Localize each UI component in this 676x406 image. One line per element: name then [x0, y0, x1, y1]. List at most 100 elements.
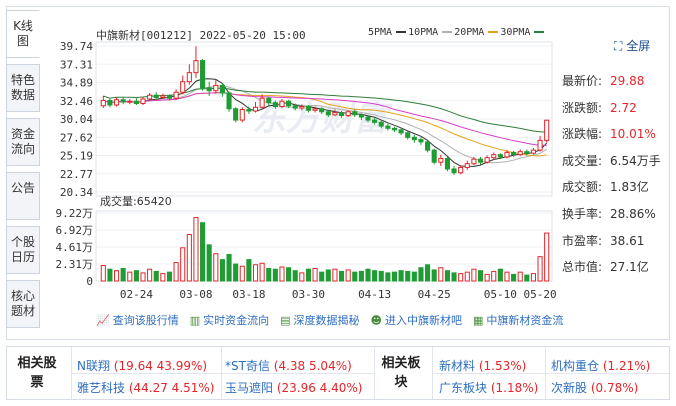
candle-body: [524, 151, 530, 154]
volume-bar: [325, 269, 331, 282]
candle-body: [544, 119, 550, 141]
stat-value: 28.86%: [610, 206, 656, 221]
candle-body: [226, 92, 232, 110]
related-stocks-item[interactable]: N联翔 (19.64 43.99%): [77, 357, 207, 374]
stat-row: 最新价: 29.88: [562, 68, 668, 95]
item-name[interactable]: 次新股: [551, 381, 587, 395]
related-sectors-item[interactable]: 新材料 (1.53%): [439, 357, 526, 374]
item-name[interactable]: 雅艺科技: [77, 381, 125, 395]
candle-body: [444, 157, 450, 170]
volume-bar: [206, 244, 212, 282]
volume-bar: [186, 234, 192, 282]
candle-body: [352, 111, 358, 116]
link-1[interactable]: ▥ 实时资金流向: [190, 312, 269, 328]
related-stocks-item[interactable]: 玉马遮阳 (23.96 4.40%): [225, 379, 362, 396]
item-name[interactable]: N联翔: [77, 359, 110, 373]
candle-body: [425, 141, 431, 151]
candle-body: [378, 121, 384, 127]
volume-bar: [279, 266, 285, 282]
link-label: 查询该股行情: [112, 314, 179, 327]
x-tick-label: 05-10: [484, 288, 517, 301]
stat-key: 成交量:: [562, 153, 603, 168]
volume-bar: [100, 265, 106, 282]
item-detail: (23.96 4.40%): [273, 381, 363, 395]
volume-bar: [391, 271, 398, 282]
candle-body: [451, 168, 457, 174]
volume-bar: [458, 273, 464, 282]
link-3[interactable]: ☻ 进入中旗新材吧: [371, 312, 462, 328]
volume-bar: [266, 267, 272, 282]
volume-label: 成交量:65420: [100, 194, 172, 208]
price-tick-label: 25.19: [60, 150, 93, 163]
related-stocks-item[interactable]: 雅艺科技 (44.27 4.51%): [77, 379, 214, 396]
candle-body: [272, 102, 278, 108]
link-label: 深度数据揭秘: [293, 314, 360, 327]
related-stocks-item[interactable]: *ST奇信 (4.38 5.04%): [225, 357, 352, 374]
volume-bar: [219, 259, 225, 282]
link-0[interactable]: 📈 查询该股行情: [96, 312, 179, 328]
stat-row: 总市值: 27.1亿: [562, 254, 668, 281]
candle-body: [292, 105, 298, 109]
people-icon: ☻: [370, 314, 382, 327]
candle-body: [140, 98, 146, 104]
x-tick-label: 02-24: [120, 288, 153, 301]
volume-bar: [127, 271, 133, 282]
volume-bar: [173, 262, 179, 282]
x-tick-label: 04-13: [358, 288, 391, 301]
volume-bar: [411, 271, 417, 282]
candle-body: [180, 81, 186, 93]
item-name[interactable]: 机构重仓: [551, 359, 599, 373]
link-2[interactable]: ▤ 深度数据揭秘: [280, 312, 359, 328]
volume-bar: [484, 273, 490, 282]
volume-bar: [537, 256, 543, 282]
volume-bar: [358, 270, 364, 282]
volume-bar: [544, 232, 550, 282]
candle-body: [100, 99, 106, 107]
volume-tick-label: 0: [86, 275, 93, 288]
volume-bar: [160, 273, 166, 282]
item-name[interactable]: *ST奇信: [225, 359, 270, 373]
candle-body: [391, 127, 398, 131]
volume-tick-label: 9.22万: [56, 207, 94, 220]
stat-row: 成交量: 6.54万手: [562, 148, 668, 175]
stat-row: 成交额: 1.83亿: [562, 174, 668, 201]
candle-body: [471, 158, 477, 165]
item-name[interactable]: 广东板块: [439, 381, 487, 395]
volume-bar: [319, 271, 325, 282]
volume-bar: [471, 268, 477, 282]
volume-bar: [312, 267, 318, 282]
related-sectors-item[interactable]: 次新股 (0.78%): [551, 379, 638, 396]
related-sectors-item[interactable]: 广东板块 (1.18%): [439, 379, 538, 396]
candle-body: [312, 108, 318, 111]
volume-bar: [372, 270, 378, 282]
volume-bar: [113, 270, 120, 282]
volume-bar: [444, 270, 450, 282]
item-name[interactable]: 玉马遮阳: [225, 381, 273, 395]
volume-bar: [166, 271, 173, 282]
volume-bar: [305, 268, 312, 282]
candle-body: [411, 136, 417, 141]
candle-body: [286, 100, 292, 107]
candle-body: [113, 99, 120, 106]
candle-body: [252, 106, 259, 112]
volume-bar: [345, 269, 351, 282]
candle-body: [477, 158, 484, 163]
item-name[interactable]: 新材料: [439, 359, 475, 373]
related-stocks-heading: 相关股票: [17, 356, 57, 390]
item-detail: (1.18%): [487, 381, 539, 395]
candle-body: [259, 97, 265, 108]
price-tick-label: 34.89: [60, 77, 93, 90]
link-4[interactable]: ▦ 中旗新材资金流: [473, 312, 563, 328]
volume-bar: [530, 273, 537, 282]
volume-bar: [431, 269, 437, 282]
volume-bar: [517, 271, 523, 282]
volume-bar: [239, 265, 245, 282]
item-detail: (1.21%): [599, 359, 651, 373]
related-sectors-item[interactable]: 机构重仓 (1.21%): [551, 357, 650, 374]
link-label: 中旗新材资金流: [486, 314, 564, 327]
candle-body: [193, 60, 199, 74]
candle-body: [279, 100, 285, 108]
volume-bar: [299, 272, 305, 282]
volume-bar: [338, 270, 345, 282]
stat-key: 涨跌额:: [562, 100, 603, 115]
